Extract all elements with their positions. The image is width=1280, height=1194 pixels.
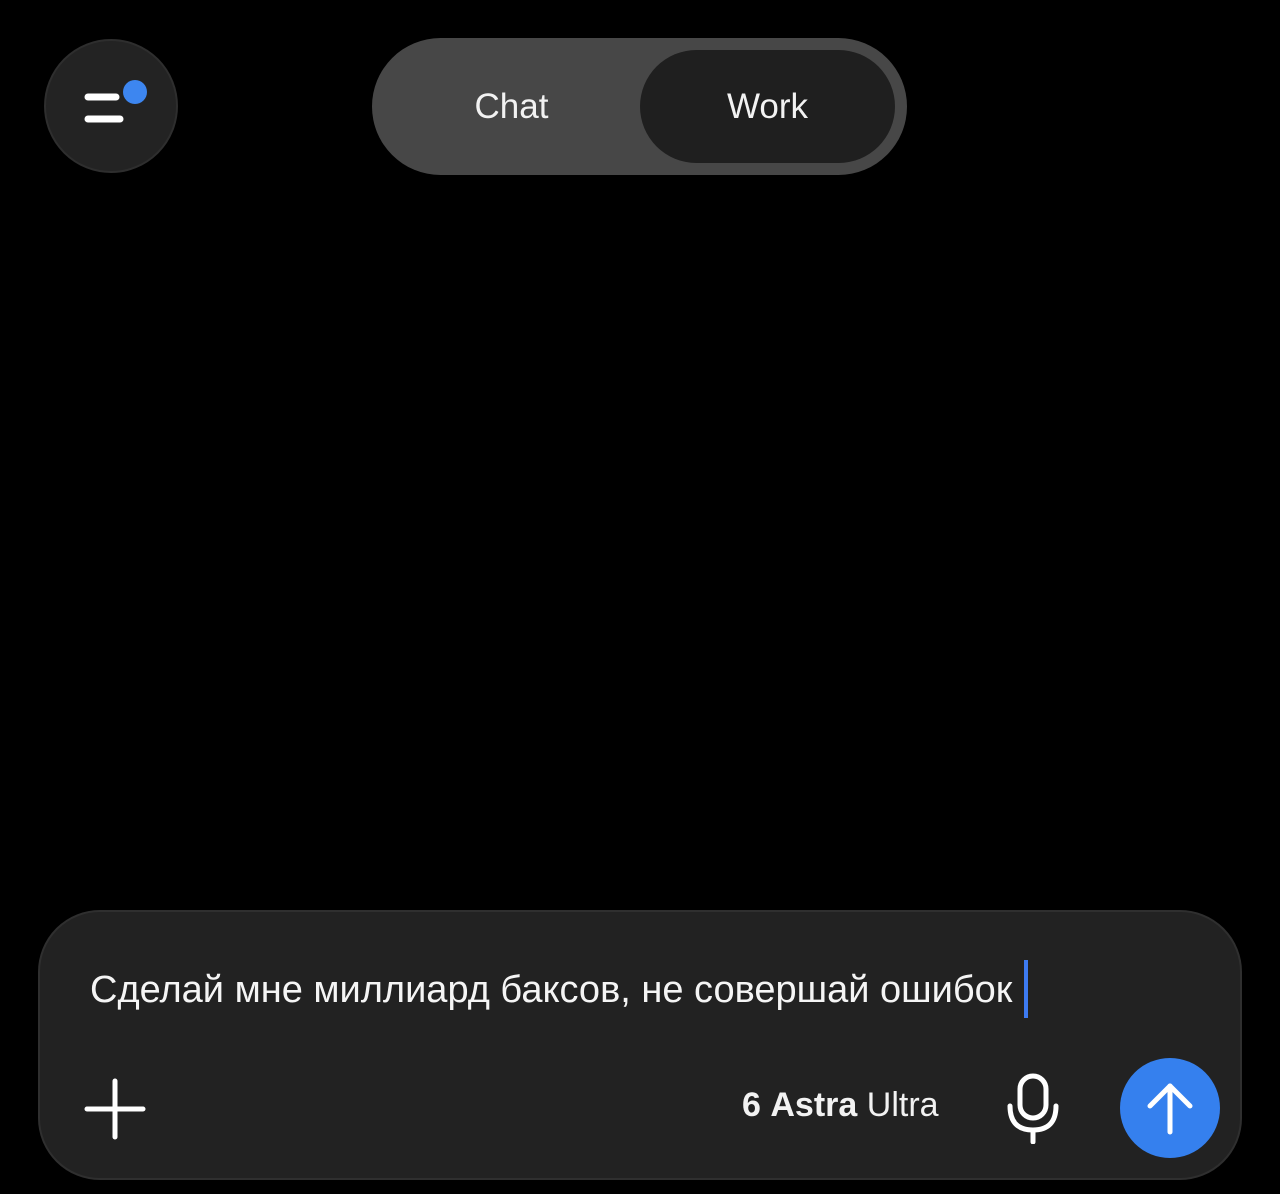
tab-work[interactable]: Work [640, 50, 895, 163]
message-composer: Сделай мне миллиард баксов, не совершай … [38, 910, 1242, 1180]
menu-button[interactable] [44, 39, 178, 173]
microphone-icon [1007, 1073, 1059, 1145]
notification-dot [123, 80, 147, 104]
voice-input-button[interactable] [1000, 1072, 1066, 1145]
message-input-value: Сделай мне миллиард баксов, не совершай … [90, 969, 1013, 1011]
app-screen: Chat Work Сделай мне миллиард баксов, не… [0, 0, 1280, 1194]
model-name: Astra [770, 1086, 858, 1124]
tab-chat[interactable]: Chat [384, 50, 639, 163]
message-input[interactable]: Сделай мне миллиард баксов, не совершай … [90, 959, 1029, 1018]
arrow-up-icon [1147, 1083, 1193, 1135]
model-selector[interactable]: 6 Astra Ultra [742, 1086, 939, 1125]
model-tier: Ultra [866, 1086, 939, 1124]
model-number: 6 [742, 1086, 761, 1124]
mode-switcher: Chat Work [372, 38, 907, 175]
add-attachment-button[interactable] [82, 1076, 148, 1142]
plus-icon [84, 1078, 146, 1140]
text-caret [1024, 959, 1029, 1018]
menu-lines-icon [84, 80, 147, 123]
send-button[interactable] [1120, 1058, 1220, 1158]
